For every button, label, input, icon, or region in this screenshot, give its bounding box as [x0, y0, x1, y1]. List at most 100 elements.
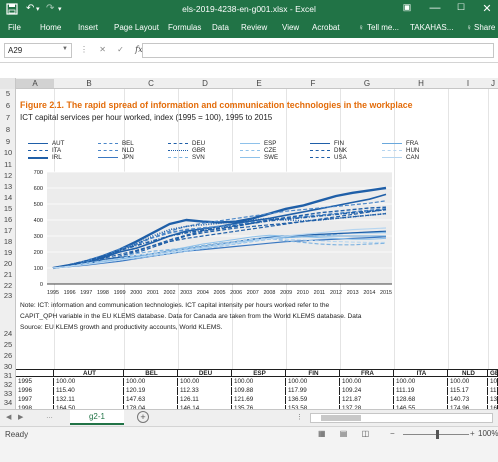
- column-header-b[interactable]: B: [54, 79, 124, 88]
- row-header[interactable]: 20: [0, 259, 16, 268]
- tab-split-handle-icon[interactable]: ⋮: [296, 413, 303, 421]
- row-header[interactable]: 5: [0, 89, 16, 98]
- column-header-e[interactable]: E: [232, 79, 286, 88]
- row-header[interactable]: 18: [0, 237, 16, 246]
- column-header-j[interactable]: J: [488, 79, 498, 88]
- zoom-slider-knob[interactable]: [436, 430, 439, 439]
- table-cell[interactable]: 136.59: [286, 396, 340, 404]
- name-box-dropdown-icon[interactable]: ▼: [62, 46, 68, 52]
- table-header-cell[interactable]: FRA: [340, 369, 394, 377]
- sheet-tab-g2-1[interactable]: g2-1: [70, 410, 124, 425]
- cancel-formula-icon[interactable]: ✕: [99, 45, 106, 54]
- normal-view-icon[interactable]: ▦: [318, 429, 326, 438]
- table-cell[interactable]: 132.11: [54, 396, 124, 404]
- scroll-right-icon[interactable]: ▶: [18, 413, 23, 421]
- close-button[interactable]: ✕: [474, 2, 498, 15]
- formula-input[interactable]: [142, 43, 494, 58]
- table-cell[interactable]: 1997: [16, 396, 54, 404]
- row-header[interactable]: 26: [0, 351, 16, 360]
- column-header-g[interactable]: G: [340, 79, 394, 88]
- table-cell[interactable]: 100.00: [178, 378, 232, 386]
- table-cell[interactable]: 100.00: [124, 378, 178, 386]
- row-header[interactable]: 6: [0, 101, 16, 110]
- row-header[interactable]: 13: [0, 182, 16, 191]
- row-header[interactable]: 32: [0, 380, 16, 389]
- horizontal-scrollbar[interactable]: [310, 413, 493, 423]
- page-break-view-icon[interactable]: ◫: [362, 429, 370, 438]
- tab-view[interactable]: View: [282, 23, 299, 32]
- table-cell[interactable]: 109.88: [232, 387, 286, 395]
- table-cell[interactable]: 121.69: [232, 396, 286, 404]
- tab-home[interactable]: Home: [40, 23, 61, 32]
- table-cell[interactable]: 111.19: [394, 387, 448, 395]
- scroll-left-icon[interactable]: ◀: [6, 413, 11, 421]
- table-header-cell[interactable]: GBR: [488, 369, 498, 377]
- row-header[interactable]: 9: [0, 137, 16, 146]
- column-header-h[interactable]: H: [394, 79, 448, 88]
- row-header[interactable]: 10: [0, 148, 16, 157]
- row-header[interactable]: 17: [0, 226, 16, 235]
- minimize-button[interactable]: —: [422, 2, 448, 14]
- share-button[interactable]: Share: [474, 23, 495, 32]
- table-cell[interactable]: 126.11: [178, 396, 232, 404]
- row-header[interactable]: 8: [0, 125, 16, 134]
- table-cell[interactable]: 112.33: [178, 387, 232, 395]
- tab-file[interactable]: File: [8, 23, 21, 32]
- select-all-button[interactable]: [0, 78, 16, 89]
- row-header[interactable]: 12: [0, 171, 16, 180]
- table-cell[interactable]: 100.00: [488, 378, 498, 386]
- column-header-c[interactable]: C: [124, 79, 178, 88]
- zoom-level[interactable]: 100%: [478, 429, 498, 438]
- tell-me-box[interactable]: Tell me...: [367, 23, 399, 32]
- table-cell[interactable]: 128.68: [394, 396, 448, 404]
- table-header-cell[interactable]: ESP: [232, 369, 286, 377]
- row-header[interactable]: 33: [0, 389, 16, 398]
- table-cell[interactable]: 147.63: [124, 396, 178, 404]
- table-cell[interactable]: 109.24: [340, 387, 394, 395]
- row-header[interactable]: 7: [0, 113, 16, 122]
- row-header[interactable]: 25: [0, 340, 16, 349]
- tab-page-layout[interactable]: Page Layout: [114, 23, 159, 32]
- zoom-in-button[interactable]: +: [470, 429, 475, 438]
- table-cell[interactable]: 117.99: [286, 387, 340, 395]
- column-header-f[interactable]: F: [286, 79, 340, 88]
- page-layout-view-icon[interactable]: ▤: [340, 429, 348, 438]
- table-cell[interactable]: 132.97: [488, 396, 498, 404]
- row-header[interactable]: 34: [0, 398, 16, 407]
- row-header[interactable]: 14: [0, 193, 16, 202]
- table-cell[interactable]: 1996: [16, 387, 54, 395]
- table-header-cell[interactable]: BEL: [124, 369, 178, 377]
- table-cell[interactable]: 140.73: [448, 396, 488, 404]
- table-cell[interactable]: 121.87: [340, 396, 394, 404]
- tab-insert[interactable]: Insert: [78, 23, 98, 32]
- scrollbar-thumb[interactable]: [321, 415, 361, 421]
- table-cell[interactable]: 120.19: [124, 387, 178, 395]
- table-header-cell[interactable]: NLD: [448, 369, 488, 377]
- table-cell[interactable]: 100.00: [232, 378, 286, 386]
- name-box[interactable]: A29 ▼: [4, 43, 72, 58]
- more-sheets-icon[interactable]: …: [46, 413, 53, 420]
- table-cell[interactable]: 115.17: [448, 387, 488, 395]
- table-header-cell[interactable]: ITA: [394, 369, 448, 377]
- row-header[interactable]: 11: [0, 160, 16, 169]
- row-header[interactable]: 23: [0, 291, 16, 300]
- row-header[interactable]: 31: [0, 371, 16, 380]
- table-header-cell[interactable]: AUT: [54, 369, 124, 377]
- table-cell[interactable]: 100.00: [448, 378, 488, 386]
- table-cell[interactable]: 117.80: [488, 387, 498, 395]
- column-header-i[interactable]: I: [448, 79, 488, 88]
- table-header-cell[interactable]: [16, 369, 54, 377]
- restore-button[interactable]: ☐: [448, 2, 474, 13]
- row-header[interactable]: 15: [0, 204, 16, 213]
- row-header[interactable]: 21: [0, 270, 16, 279]
- ribbon-display-icon[interactable]: ▣: [394, 2, 420, 13]
- row-header[interactable]: 19: [0, 248, 16, 257]
- row-header[interactable]: 22: [0, 281, 16, 290]
- zoom-out-button[interactable]: −: [390, 429, 395, 438]
- table-header-cell[interactable]: FIN: [286, 369, 340, 377]
- confirm-formula-icon[interactable]: ✓: [117, 45, 124, 54]
- table-cell[interactable]: 100.00: [340, 378, 394, 386]
- formula-options-icon[interactable]: ⋮: [80, 45, 88, 54]
- tab-acrobat[interactable]: Acrobat: [312, 23, 340, 32]
- column-header-a[interactable]: A: [16, 79, 54, 88]
